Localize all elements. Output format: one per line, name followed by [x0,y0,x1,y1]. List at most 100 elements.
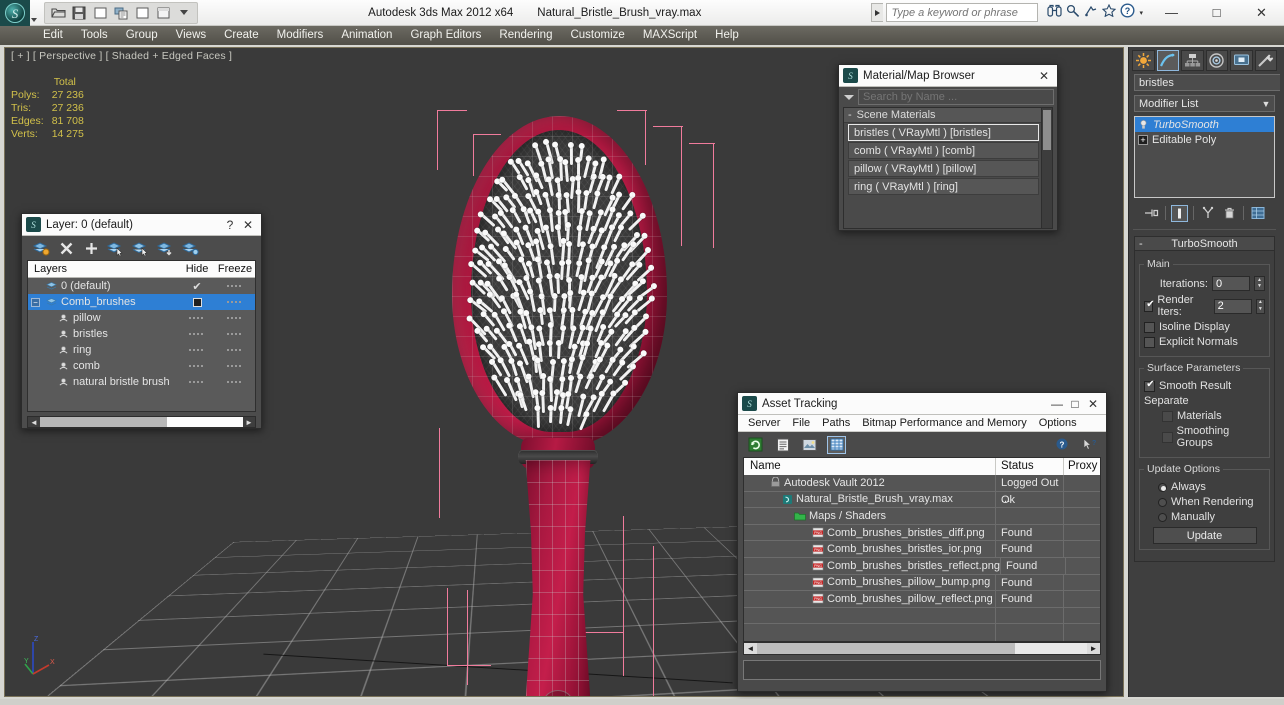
close-button[interactable]: ✕ [1239,0,1284,26]
layer-row-natural-bristle-brush[interactable]: natural bristle brush [28,374,255,390]
layer-row-default[interactable]: 0 (default) ✔ [28,278,255,294]
asset-row-maps-shaders[interactable]: Maps / Shaders [744,508,1100,525]
material-item-bristles[interactable]: bristles ( VRayMtl ) [bristles] [848,124,1039,141]
refresh-icon[interactable] [746,436,765,454]
asset-tracking-minimize-button[interactable]: — [1048,395,1066,413]
modifier-list-dropdown[interactable]: Modifier List ▼ [1134,95,1275,112]
asset-menu-paths[interactable]: Paths [816,415,856,432]
layer-row-pillow[interactable]: pillow [28,310,255,326]
asset-tracking-maximize-button[interactable]: □ [1066,395,1084,413]
menu-create[interactable]: Create [215,26,268,45]
layer-hide-cell[interactable] [179,297,215,307]
render-iters-spinner[interactable]: ▲ ▼ [1255,298,1265,314]
app-menu-caret-icon[interactable] [30,0,38,26]
material-list[interactable]: - Scene Materials bristles ( VRayMtl ) [… [844,108,1041,228]
highlight-selected-objects-icon[interactable] [156,238,176,258]
layer-hide-cell[interactable]: ✔ [179,280,215,293]
asset-col-name[interactable]: Name [744,458,996,475]
asset-tracking-titlebar[interactable]: S Asset Tracking — □ ✕ [738,393,1106,415]
layer-row-bristles[interactable]: bristles [28,326,255,342]
help-icon[interactable]: ? [1052,436,1071,454]
asset-col-status[interactable]: Status [996,458,1064,475]
asset-col-proxy[interactable]: Proxy [1064,458,1100,475]
layer-freeze-cell[interactable] [215,317,255,319]
separate-materials-checkbox[interactable] [1162,410,1173,422]
wrench-icon[interactable] [1066,4,1080,22]
asset-row-empty-1[interactable] [744,607,1100,625]
select-highlighted-objects-icon[interactable] [131,238,151,258]
new-scene-icon[interactable] [132,3,152,22]
material-map-browser[interactable]: S Material/Map Browser ✕ - Scene Materia… [838,64,1058,231]
explicit-normals-checkbox[interactable] [1144,336,1155,348]
asset-tracking-window[interactable]: S Asset Tracking — □ ✕ Server File Paths… [737,392,1107,692]
object-name-input[interactable] [1134,74,1284,91]
scroll-thumb[interactable] [40,417,167,427]
menu-help[interactable]: Help [706,26,748,45]
layer-freeze-cell[interactable] [215,349,255,351]
pin-stack-icon[interactable] [1143,205,1160,222]
menu-graph-editors[interactable]: Graph Editors [401,26,490,45]
help-dropdown-icon[interactable]: ▾ [1139,9,1143,17]
recent-icon[interactable] [153,3,173,22]
asset-row-bristles-diff[interactable]: PNG Comb_brushes_bristles_diff.png Found [744,524,1100,542]
smooth-result-checkbox[interactable] [1144,379,1156,392]
quick-access-overflow-icon[interactable] [174,3,194,22]
script-icon[interactable] [111,3,131,22]
search-dropdown-icon[interactable] [871,3,884,22]
asset-menu-options[interactable]: Options [1033,415,1083,432]
help-icon[interactable]: ? [1120,2,1135,23]
star-icon[interactable] [1102,3,1117,22]
menu-maxscript[interactable]: MAXScript [634,26,706,45]
material-vertical-scrollbar[interactable] [1041,108,1052,228]
rollout-collapse-icon[interactable]: - [1139,238,1143,250]
layer-dialog-help-button[interactable]: ? [221,216,239,234]
asset-menu-bitmap-performance[interactable]: Bitmap Performance and Memory [856,415,1032,432]
scroll-thumb[interactable] [757,642,1015,654]
expand-toggle-icon[interactable]: + [1138,134,1148,145]
asset-horizontal-scrollbar[interactable]: ◄ ► [743,641,1101,655]
group-collapse-icon[interactable]: - [848,109,852,121]
material-search-input[interactable] [858,89,1054,105]
motion-tab[interactable] [1205,49,1228,71]
asset-menu-file[interactable]: File [786,415,816,432]
save-file-icon[interactable] [69,3,89,22]
scroll-thumb[interactable] [1043,110,1051,150]
layer-freeze-cell[interactable] [215,333,255,335]
asset-row-pillow-reflect[interactable]: PNG Comb_brushes_pillow_reflect.png Foun… [744,591,1100,608]
layer-properties-icon[interactable] [181,238,201,258]
material-list-container[interactable]: - Scene Materials bristles ( VRayMtl ) [… [843,107,1053,229]
context-help-icon[interactable]: ? [1079,436,1098,454]
menu-tools[interactable]: Tools [72,26,117,45]
brush-3d-model[interactable] [425,108,705,696]
layer-freeze-cell[interactable] [215,301,255,303]
layer-dialog[interactable]: S Layer: 0 (default) ? ✕ Layers Hide Fre… [21,213,262,429]
asset-table[interactable]: Name Status Proxy Autodesk Vault 2012 Lo… [743,457,1101,642]
update-manually-radio[interactable] [1158,512,1167,522]
scroll-right-icon[interactable]: ► [243,417,255,427]
layer-horizontal-scrollbar[interactable]: ◄ ► [27,416,256,428]
update-when-rendering-row[interactable]: When Rendering [1144,496,1265,508]
material-item-ring[interactable]: ring ( VRayMtl ) [ring] [848,178,1039,195]
update-manually-row[interactable]: Manually [1144,511,1265,523]
scroll-right-icon[interactable]: ► [1087,642,1100,654]
update-always-row[interactable]: Always [1144,481,1265,493]
satellite-icon[interactable] [1084,4,1098,22]
iterations-spinner[interactable]: ▲ ▼ [1254,276,1265,291]
hierarchy-tab[interactable] [1181,49,1204,71]
rollout-header[interactable]: - TurboSmooth [1134,236,1275,251]
modifier-stack[interactable]: TurboSmooth + Editable Poly [1134,116,1275,198]
layer-freeze-cell[interactable] [215,285,255,287]
make-unique-icon[interactable] [1199,205,1216,222]
layer-freeze-cell[interactable] [215,381,255,383]
layer-hide-cell[interactable] [179,349,215,351]
material-item-comb[interactable]: comb ( VRayMtl ) [comb] [848,142,1039,159]
material-browser-close-button[interactable]: ✕ [1035,67,1053,85]
viewport-label[interactable]: [ + ] [ Perspective ] [ Shaded + Edged F… [11,50,232,62]
asset-row-bristles-ior[interactable]: PNG Comb_brushes_bristles_ior.png Found [744,541,1100,558]
utilities-tab[interactable] [1254,49,1277,71]
layer-hide-cell[interactable] [179,333,215,335]
separate-smoothing-groups-checkbox[interactable] [1162,431,1173,443]
asset-menu-server[interactable]: Server [742,415,786,432]
new-layer-icon[interactable] [31,238,51,258]
layer-row-comb-brushes[interactable]: − Comb_brushes [28,294,255,310]
